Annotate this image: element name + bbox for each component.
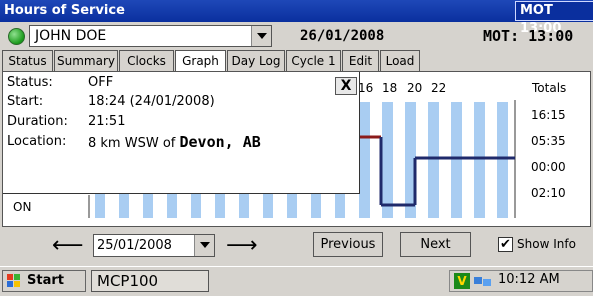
chevron-down-icon — [200, 242, 210, 248]
next-button[interactable]: Next — [400, 232, 471, 257]
duration-label: Duration: — [7, 114, 68, 129]
graph-panel: 16 18 20 22 Totals 16:15 05:35 00:00 02:… — [2, 71, 591, 227]
v-app-icon[interactable]: V — [454, 273, 470, 289]
system-tray: V 10:12 AM — [449, 270, 593, 292]
arrow-left-icon[interactable]: ⟵ — [52, 235, 84, 257]
driver-dropdown-button[interactable] — [251, 26, 271, 46]
windows-flag-icon — [7, 274, 21, 288]
graph-hour-label: 20 — [407, 81, 423, 95]
start-button[interactable]: Start — [2, 270, 86, 292]
tab-summary[interactable]: Summary — [54, 50, 118, 71]
window-title: Hours of Service — [4, 3, 125, 18]
graph-stripe — [359, 102, 370, 218]
network-icon[interactable] — [474, 275, 492, 287]
close-button[interactable]: X — [335, 77, 357, 95]
mot-badge: MOT 13:00 — [515, 1, 593, 36]
flag-pane — [14, 281, 20, 287]
graph-stripe — [451, 102, 462, 218]
info-popup: Status: OFF Start: 18:24 (24/01/2008) Du… — [3, 72, 360, 194]
current-date: 26/01/2008 — [300, 28, 385, 44]
totals-header: Totals — [532, 81, 567, 95]
status-label: Status: — [7, 75, 53, 90]
row-label-on: ON — [13, 200, 32, 214]
total-value: 00:00 — [531, 160, 566, 174]
tab-clocks[interactable]: Clocks — [119, 50, 174, 71]
date-select[interactable]: 25/01/2008 — [93, 234, 215, 257]
location-label: Location: — [7, 134, 67, 149]
graph-hour-label: 18 — [382, 81, 398, 95]
start-label: Start — [27, 273, 64, 288]
flag-pane — [14, 274, 20, 280]
graph-stripe — [428, 102, 439, 218]
flag-pane — [7, 274, 13, 280]
taskbar-clock: 10:12 AM — [498, 272, 560, 287]
tab-cycle-1[interactable]: Cycle 1 — [286, 50, 341, 71]
date-value: 25/01/2008 — [97, 238, 172, 253]
total-value: 05:35 — [531, 134, 566, 148]
show-info-checkbox[interactable]: ✔ — [498, 237, 513, 252]
title-bar: Hours of Service MOT 13:00 — [0, 0, 593, 36]
chevron-down-icon — [257, 33, 267, 39]
driver-name: JOHN DOE — [35, 28, 107, 44]
status-indicator-icon — [8, 28, 25, 45]
graph-hour-label: 22 — [431, 81, 447, 95]
previous-button[interactable]: Previous — [313, 232, 383, 257]
date-dropdown-button[interactable] — [194, 235, 214, 256]
driver-select[interactable]: JOHN DOE — [29, 25, 272, 47]
tab-status[interactable]: Status — [2, 50, 53, 71]
mot-time: MOT: 13:00 — [483, 27, 574, 45]
arrow-right-icon[interactable]: ⟶ — [226, 235, 258, 257]
driver-row: JOHN DOE 26/01/2008 MOT: 13:00 — [0, 24, 593, 50]
flag-pane — [7, 281, 13, 287]
status-value: OFF — [88, 75, 114, 90]
start-value: 18:24 (24/01/2008) — [88, 94, 215, 109]
navigation-bar: ⟵ 25/01/2008 ⟶ Previous Next ✔ Show Info — [0, 228, 593, 266]
graph-stripe — [382, 102, 393, 218]
graph-hour-label: 16 — [358, 81, 374, 95]
location-city: Devon, AB — [179, 133, 261, 151]
location-value: 8 km WSW of Devon, AB — [88, 133, 261, 151]
taskbar: Start MCP100 V 10:12 AM — [0, 266, 593, 296]
tab-edit[interactable]: Edit — [342, 50, 379, 71]
tab-day-log[interactable]: Day Log — [227, 50, 285, 71]
graph-stripe — [497, 102, 508, 218]
duration-value: 21:51 — [88, 114, 126, 129]
taskbar-app-mcp100[interactable]: MCP100 — [91, 270, 209, 292]
tab-graph[interactable]: Graph — [175, 50, 226, 72]
start-label: Start: — [7, 94, 44, 109]
graph-stripe — [474, 102, 485, 218]
show-info-label: Show Info — [517, 237, 576, 251]
total-value: 02:10 — [531, 186, 566, 200]
location-prefix: 8 km WSW of — [88, 136, 180, 151]
tab-load[interactable]: Load — [380, 50, 420, 71]
total-value: 16:15 — [531, 108, 566, 122]
